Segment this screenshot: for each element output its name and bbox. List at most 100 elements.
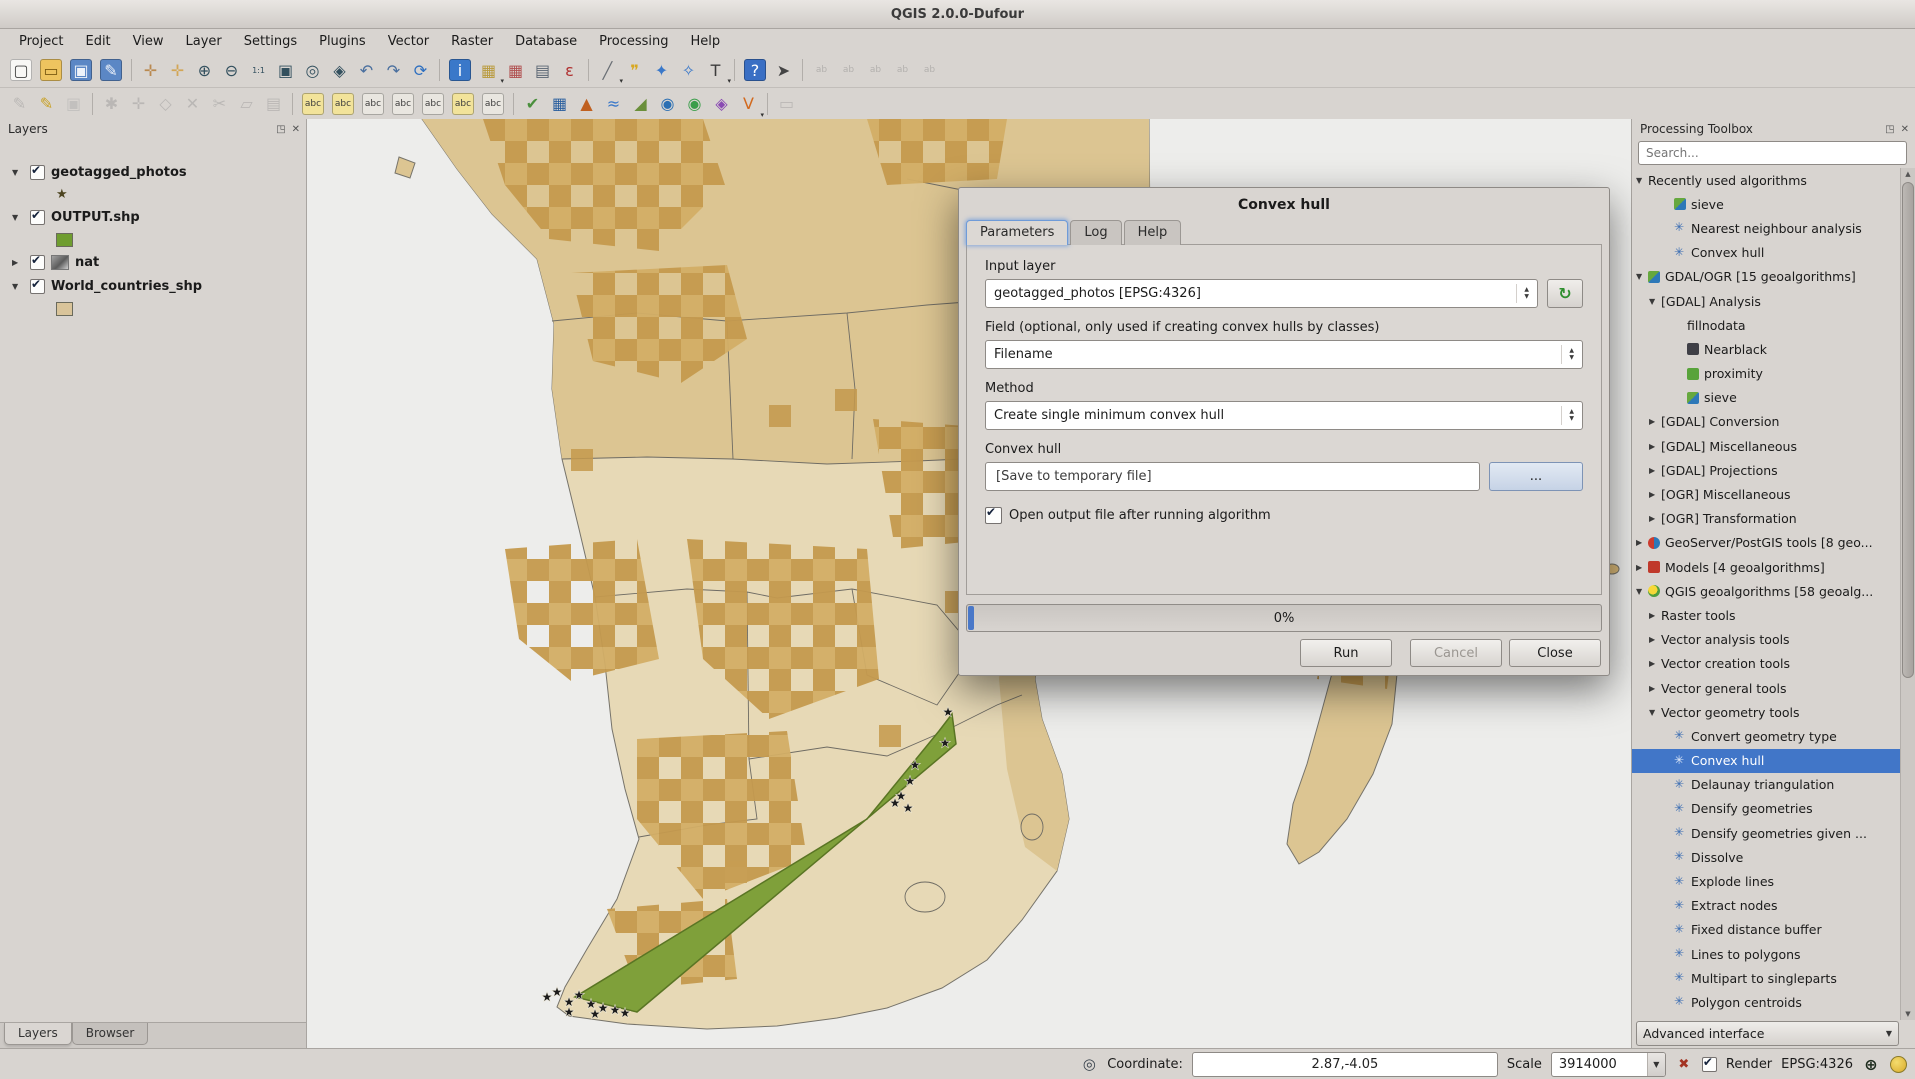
toolbox-item-gdal-conversion[interactable]: [GDAL] Conversion (1632, 410, 1901, 434)
zoom-actual-icon[interactable]: 1:1 (245, 57, 272, 83)
measure-icon[interactable]: ╱▾ (594, 57, 621, 83)
text-annotation-icon[interactable]: T▾ (702, 57, 729, 83)
topology-checker-icon[interactable]: ◈ (708, 91, 735, 117)
toolbox-item-proximity[interactable]: proximity (1632, 362, 1901, 386)
menu-help[interactable]: Help (680, 31, 732, 52)
toolbox-item-raster-tools[interactable]: Raster tools (1632, 603, 1901, 627)
menu-settings[interactable]: Settings (233, 31, 308, 52)
toolbox-item-extract-nodes[interactable]: Extract nodes (1632, 894, 1901, 918)
help-contents-icon[interactable]: ? (744, 59, 766, 81)
dropdown-arrow-icon[interactable]: ▾ (727, 77, 731, 85)
coordinate-input[interactable] (1192, 1052, 1498, 1077)
save-project-icon[interactable]: ▣ (70, 59, 92, 81)
refresh-map-icon[interactable]: ⟳ (407, 57, 434, 83)
show-bookmarks-icon[interactable]: ✧ (675, 57, 702, 83)
toolbox-item-ogr-miscellaneous[interactable]: [OGR] Miscellaneous (1632, 482, 1901, 506)
toolbox-item-lines-to-polygons[interactable]: Lines to polygons (1632, 942, 1901, 966)
expand-arrow-icon[interactable] (1649, 442, 1661, 451)
tab-browser[interactable]: Browser (72, 1023, 149, 1045)
toolbox-item-vector-geometry-tools[interactable]: Vector geometry tools (1632, 700, 1901, 724)
tab-layers[interactable]: Layers (4, 1023, 72, 1045)
tab-parameters[interactable]: Parameters (966, 220, 1068, 245)
zoom-in-icon[interactable]: ⊕ (191, 57, 218, 83)
map-canvas[interactable]: ★★★ ★★★ ★ ★★★ ★★★ ★★★ ★ Convex hull Para… (307, 119, 1632, 1049)
label-move-icon[interactable]: abc (362, 93, 384, 115)
toolbox-item-vector-general-tools[interactable]: Vector general tools (1632, 676, 1901, 700)
processing-check-icon[interactable]: ✔ (519, 91, 546, 117)
map-tips-icon[interactable]: ❞ (621, 57, 648, 83)
menu-plugins[interactable]: Plugins (308, 31, 377, 52)
menu-processing[interactable]: Processing (588, 31, 679, 52)
menu-edit[interactable]: Edit (74, 31, 121, 52)
toolbox-item-sieve[interactable]: sieve (1632, 386, 1901, 410)
layer-checkbox[interactable] (30, 210, 45, 225)
new-bookmark-icon[interactable]: ✦ (648, 57, 675, 83)
float-panel-icon[interactable]: ◳ (276, 124, 285, 135)
toolbox-item-nearest-neighbour-analysis[interactable]: Nearest neighbour analysis (1632, 216, 1901, 240)
expand-arrow-icon[interactable] (1649, 659, 1661, 668)
layer-labeling-icon[interactable]: abc (302, 93, 324, 115)
collapse-arrow-icon[interactable] (1649, 708, 1661, 717)
label-feature-icon[interactable]: abc (332, 93, 354, 115)
collapse-arrow-icon[interactable] (12, 213, 24, 222)
expand-arrow-icon[interactable] (1649, 417, 1661, 426)
layer-item-geotagged-photos[interactable]: geotagged_photos (0, 160, 306, 184)
output-file-input[interactable] (994, 468, 1471, 485)
toolbox-item-fixed-distance-buffer[interactable]: Fixed distance buffer (1632, 918, 1901, 942)
field-calculator-icon[interactable]: ε (556, 57, 583, 83)
toolbox-item-polygon-centroids[interactable]: Polygon centroids (1632, 990, 1901, 1014)
toolbox-item-gdal-miscellaneous[interactable]: [GDAL] Miscellaneous (1632, 434, 1901, 458)
field-combo[interactable]: Filename (985, 340, 1583, 369)
toolbox-item-explode-lines[interactable]: Explode lines (1632, 869, 1901, 893)
scrollbar-thumb[interactable] (1902, 182, 1914, 678)
toolbox-item-gdal-ogr-15-geoalgorithms[interactable]: GDAL/OGR [15 geoalgorithms] (1632, 265, 1901, 289)
open-project-icon[interactable]: ▭ (40, 59, 62, 81)
menu-view[interactable]: View (122, 31, 175, 52)
open-attribute-table-icon[interactable]: ▤ (529, 57, 556, 83)
zoom-to-selection-icon[interactable]: ◎ (299, 57, 326, 83)
layer-item-world-countries[interactable]: World_countries_shp (0, 274, 306, 298)
raster-checker-icon[interactable]: ▦ (546, 91, 573, 117)
label-change-icon[interactable]: abc (422, 93, 444, 115)
messages-icon[interactable] (1889, 1055, 1907, 1073)
expand-arrow-icon[interactable] (1649, 635, 1661, 644)
stop-render-icon[interactable] (1675, 1055, 1693, 1073)
dropdown-arrow-icon[interactable]: ▾ (760, 111, 764, 119)
open-output-checkbox[interactable] (985, 507, 1002, 524)
collapse-arrow-icon[interactable] (12, 282, 24, 291)
expand-arrow-icon[interactable] (1649, 611, 1661, 620)
reload-layers-button[interactable] (1547, 279, 1583, 308)
layer-item-nat[interactable]: nat (0, 250, 306, 274)
scroll-down-icon[interactable]: ▼ (1901, 1008, 1915, 1020)
vertex-tool-icon[interactable]: V▾ (735, 91, 762, 117)
expand-arrow-icon[interactable] (1649, 466, 1661, 475)
layer-checkbox[interactable] (30, 279, 45, 294)
label-toggle-icon[interactable]: abc (482, 93, 504, 115)
layer-checkbox[interactable] (30, 165, 45, 180)
select-features-icon[interactable]: ▦▾ (475, 57, 502, 83)
toolbox-item-dissolve[interactable]: Dissolve (1632, 845, 1901, 869)
toolbox-item-convex-hull[interactable]: Convex hull (1632, 749, 1901, 773)
zoom-full-icon[interactable]: ▣ (272, 57, 299, 83)
expand-arrow-icon[interactable] (1649, 514, 1661, 523)
new-project-icon[interactable]: ▢ (10, 59, 32, 81)
contour-icon[interactable]: ≈ (600, 91, 627, 117)
toolbox-item-densify-geometries[interactable]: Densify geometries (1632, 797, 1901, 821)
identify-features-icon[interactable]: i (449, 59, 471, 81)
pan-map-icon[interactable]: ✛ (137, 57, 164, 83)
interpolation-icon[interactable]: ◢ (627, 91, 654, 117)
interface-mode-combo[interactable]: Advanced interface ▼ (1636, 1021, 1899, 1046)
zoom-next-icon[interactable]: ↷ (380, 57, 407, 83)
openlayers-icon[interactable]: ◉ (681, 91, 708, 117)
toolbox-item-models-4-geoalgorithms[interactable]: Models [4 geoalgorithms] (1632, 555, 1901, 579)
toolbox-item-gdal-analysis[interactable]: [GDAL] Analysis (1632, 289, 1901, 313)
close-button[interactable]: Close (1509, 639, 1601, 667)
toolbox-item-vector-analysis-tools[interactable]: Vector analysis tools (1632, 628, 1901, 652)
close-panel-icon[interactable]: ✕ (292, 124, 300, 135)
toolbox-scrollbar[interactable]: ▲ ▼ (1900, 168, 1915, 1020)
label-rotate-icon[interactable]: abc (392, 93, 414, 115)
zoom-out-icon[interactable]: ⊖ (218, 57, 245, 83)
float-panel-icon[interactable]: ◳ (1885, 124, 1894, 135)
browse-button[interactable]: ... (1489, 462, 1583, 491)
coordinate-capture-icon[interactable] (1080, 1055, 1098, 1073)
